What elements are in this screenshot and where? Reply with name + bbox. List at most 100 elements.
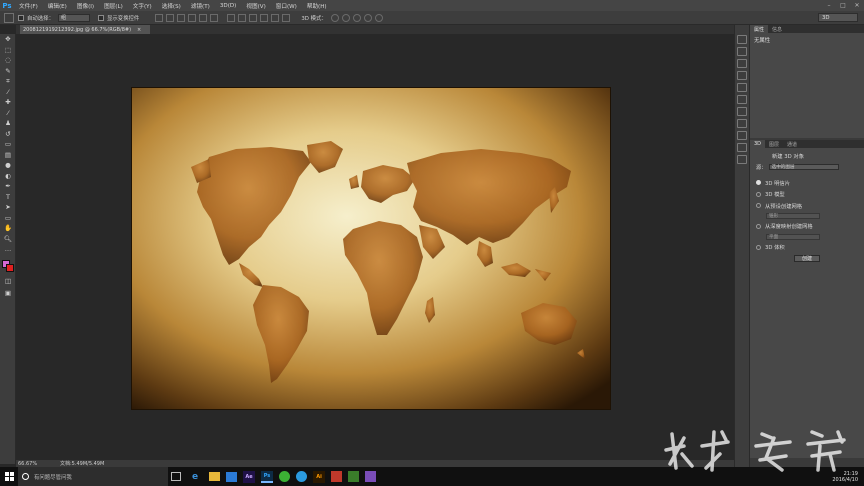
crop-tool-icon[interactable]: ⌗ [0,76,16,87]
shape-tool-icon[interactable]: ▭ [0,213,16,224]
eraser-tool-icon[interactable]: ▭ [0,139,16,150]
show-transform-checkbox[interactable] [97,14,104,21]
align-hcenter-icon[interactable] [199,13,208,22]
radio-mesh-from-preset[interactable] [756,203,761,209]
maximize-button[interactable]: □ [836,0,850,11]
radio-3d-postcard[interactable] [756,180,761,186]
tab-layers[interactable]: 图层 [765,140,783,148]
lasso-tool-icon[interactable]: ◌ [0,55,16,66]
gradient-tool-icon[interactable]: ▤ [0,150,16,161]
document-tab-close[interactable]: × [137,27,141,33]
stamp-tool-icon[interactable]: ♟ [0,118,16,129]
file-explorer-icon[interactable] [209,472,220,481]
store-icon[interactable] [226,471,237,482]
wechat-icon[interactable] [279,471,290,482]
align-left-icon[interactable] [188,13,197,22]
align-top-icon[interactable] [155,13,164,22]
tab-info[interactable]: 信息 [768,25,786,33]
paragraph-panel-icon[interactable] [737,95,747,104]
menu-layer[interactable]: 图层(L) [99,2,128,10]
qq-icon[interactable] [296,471,307,482]
timeline-icon[interactable] [737,155,747,164]
zoom-level[interactable]: 66.67% [16,461,60,467]
actions-panel-icon[interactable] [737,47,747,56]
illustrator-icon[interactable]: Ai [313,470,325,483]
option-3d-postcard[interactable]: 3D 明信片 [756,179,858,187]
auto-select-checkbox[interactable] [18,14,24,21]
option-mesh-from-preset[interactable]: 从预设创建网格 [756,202,858,210]
app-icon-recorder[interactable] [348,471,359,482]
after-effects-icon[interactable]: Ae [243,470,255,483]
source-select[interactable]: 选中的图层 [768,164,839,171]
background-color-swatch[interactable] [6,264,14,272]
depth-select[interactable]: 平面 [766,233,820,240]
pen-tool-icon[interactable]: ✒ [0,181,16,192]
align-vcenter-icon[interactable] [166,13,175,22]
3d-roll-icon[interactable] [341,13,350,22]
healing-tool-icon[interactable]: ✚ [0,97,16,108]
marquee-tool-icon[interactable]: ⬚ [0,45,16,56]
distribute-right-icon[interactable] [282,13,291,22]
menu-type[interactable]: 文字(Y) [128,2,157,10]
option-mesh-from-depth[interactable]: 从深度映射创建网格 [756,222,858,230]
task-view-icon[interactable] [171,472,181,481]
history-brush-icon[interactable]: ↺ [0,129,16,140]
cortana-search-box[interactable]: 有问题尽管问我 [18,467,168,486]
more-tools-icon[interactable]: … [0,244,16,255]
styles-panel-icon[interactable] [737,71,747,80]
dodge-tool-icon[interactable]: ◐ [0,171,16,182]
hand-tool-icon[interactable]: ✋ [0,223,16,234]
option-3d-model[interactable]: 3D 模型 [756,190,858,198]
minimize-button[interactable]: – [822,0,836,11]
brush-panel-icon[interactable] [737,107,747,116]
align-right-icon[interactable] [210,13,219,22]
tab-properties[interactable]: 属性 [750,25,769,33]
3d-drag-icon[interactable] [352,13,361,22]
distribute-bottom-icon[interactable] [249,13,258,22]
preset-select[interactable]: 锥形 [766,212,820,219]
menu-view[interactable]: 视图(V) [241,2,270,10]
menu-edit[interactable]: 编辑(E) [43,2,72,10]
history-panel-icon[interactable] [737,35,747,44]
photoshop-taskbar-icon[interactable]: Ps [261,470,273,483]
distribute-hcenter-icon[interactable] [271,13,280,22]
app-icon-media[interactable] [365,471,376,482]
menu-select[interactable]: 选择(S) [157,2,186,10]
3d-rotate-icon[interactable] [330,13,339,22]
distribute-vcenter-icon[interactable] [238,13,247,22]
radio-3d-model[interactable] [756,191,761,197]
type-tool-icon[interactable]: T [0,192,16,203]
distribute-top-icon[interactable] [227,13,236,22]
adjustments-panel-icon[interactable] [737,59,747,68]
radio-mesh-from-depth[interactable] [756,223,761,229]
swatches-panel-icon[interactable] [737,119,747,128]
menu-filter[interactable]: 滤镜(T) [186,2,215,10]
menu-image[interactable]: 图像(I) [72,2,99,10]
radio-3d-volume[interactable] [756,244,761,250]
edge-icon[interactable]: e [187,469,203,485]
tab-3d[interactable]: 3D [750,140,766,148]
clock[interactable]: 21:19 2016/4/10 [832,471,858,483]
quick-mask-icon[interactable]: ◫ [0,276,16,287]
canvas-area[interactable] [16,34,734,460]
3d-slide-icon[interactable] [363,13,372,22]
distribute-left-icon[interactable] [260,13,269,22]
option-3d-volume[interactable]: 3D 体积 [756,243,858,251]
brush-tool-icon[interactable]: ⁄ [0,108,16,119]
create-button[interactable]: 创建 [794,254,820,262]
move-tool-icon[interactable]: ✥ [0,34,16,45]
menu-3d[interactable]: 3D(D) [215,3,242,9]
clone-source-icon[interactable] [737,143,747,152]
menu-help[interactable]: 帮助(H) [302,2,332,10]
move-tool-icon[interactable] [4,12,14,23]
path-select-tool-icon[interactable]: ➤ [0,202,16,213]
start-button[interactable] [0,467,18,486]
close-button[interactable]: ✕ [850,0,864,11]
align-bottom-icon[interactable] [177,13,186,22]
document-tab[interactable]: 2008121919212392.jpg @ 66.7%(RGB/8#) × [20,25,150,34]
menu-file[interactable]: 文件(F) [14,2,43,10]
character-panel-icon[interactable] [737,83,747,92]
eyedropper-tool-icon[interactable]: ⁄ [0,87,16,98]
3d-scale-icon[interactable] [374,13,383,22]
workspace-select[interactable]: 3D [818,13,858,22]
